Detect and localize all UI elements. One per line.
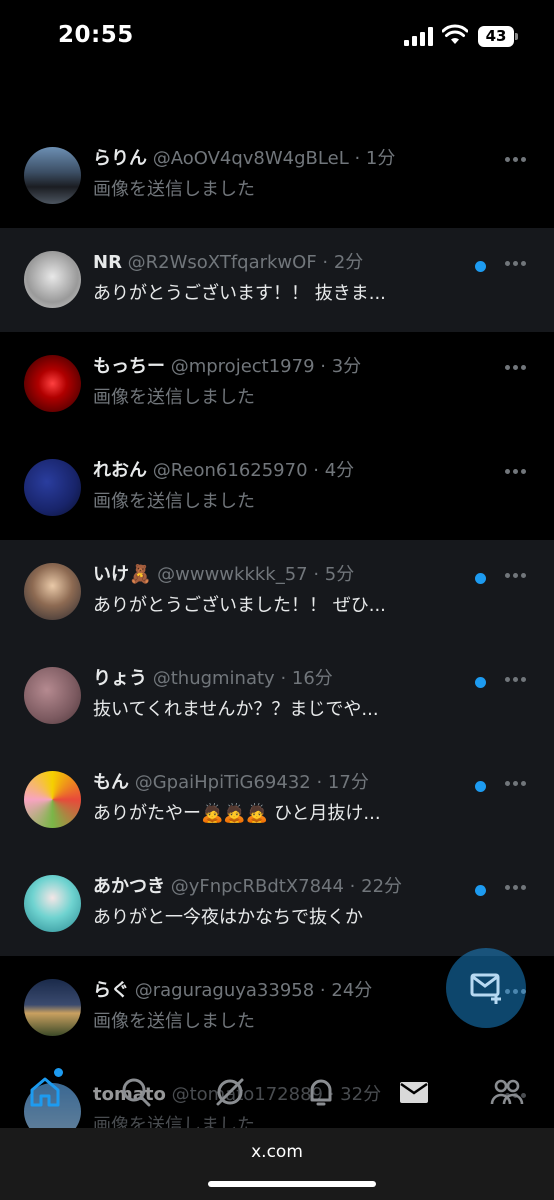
avatar[interactable] — [24, 667, 81, 724]
avatar[interactable] — [24, 875, 81, 932]
avatar[interactable] — [24, 563, 81, 620]
message-preview: ありがと一今夜はかなちで抜くか — [93, 907, 363, 928]
conversation-header: あかつき @yFnpcRBdtX7844 · 22分 — [93, 872, 402, 898]
timestamp: · 24分 — [319, 980, 373, 1001]
status-time: 20:55 — [58, 22, 134, 48]
unread-dot — [475, 885, 486, 896]
user-handle: @raguraguya33958 — [129, 980, 320, 1001]
display-name: あかつき — [93, 876, 165, 897]
timestamp: · 16分 — [280, 668, 333, 689]
avatar[interactable] — [24, 979, 81, 1036]
timestamp: · 17分 — [316, 772, 369, 793]
display-name: NR — [93, 252, 122, 273]
display-name: いけ🧸 — [93, 564, 152, 585]
battery-icon: 43 — [478, 26, 518, 47]
search-icon[interactable] — [118, 1074, 154, 1110]
unread-dot — [475, 677, 486, 688]
user-handle: @mproject1979 — [165, 356, 321, 377]
conversation-header: りょう @thugminaty · 16分 — [93, 664, 333, 690]
bottom-navigation — [0, 1056, 554, 1128]
new-message-button[interactable] — [446, 948, 526, 1028]
user-handle: @AoOV4qv8W4gBLeL — [147, 148, 355, 169]
user-handle: @R2WsoXTfqarkwOF — [121, 252, 323, 273]
user-handle: @Reon61625970 — [147, 460, 314, 481]
unread-dot — [475, 261, 486, 272]
message-preview: 抜いてくれませんか？？まじでや... — [93, 699, 379, 720]
conversation-row[interactable]: もっちー @mproject1979 · 3分画像を送信しました — [0, 332, 554, 436]
more-options-icon[interactable] — [505, 780, 527, 788]
timestamp: · 4分 — [313, 460, 355, 481]
message-preview: 画像を送信しました — [93, 179, 255, 200]
conversation-row[interactable]: れおん @Reon61625970 · 4分画像を送信しました — [0, 436, 554, 540]
more-options-icon[interactable] — [505, 156, 527, 164]
more-options-icon[interactable] — [505, 260, 527, 268]
home-icon[interactable] — [27, 1074, 63, 1110]
more-options-icon[interactable] — [505, 884, 527, 892]
conversation-row[interactable]: もん @GpaiHpiTiG69432 · 17分ありがたやー🙇🙇🙇 ひと月抜け… — [0, 748, 554, 852]
home-notification-dot — [54, 1068, 63, 1077]
conversation-row[interactable]: あかつき @yFnpcRBdtX7844 · 22分ありがと一今夜はかなちで抜く… — [0, 852, 554, 956]
status-bar: 20:55 43 — [0, 0, 554, 68]
display-name: らぐ — [93, 980, 129, 1001]
user-handle: @thugminaty — [147, 668, 281, 689]
messages-icon[interactable] — [396, 1074, 432, 1110]
wifi-icon — [442, 24, 468, 44]
conversation-header: れおん @Reon61625970 · 4分 — [93, 456, 354, 482]
display-name: りょう — [93, 668, 147, 689]
unread-dot — [475, 781, 486, 792]
timestamp: · 5分 — [313, 564, 355, 585]
notifications-icon[interactable] — [303, 1074, 339, 1110]
more-options-icon[interactable] — [505, 468, 527, 476]
more-options-icon[interactable] — [505, 364, 527, 372]
conversation-row[interactable]: らりん @AoOV4qv8W4gBLeL · 1分画像を送信しました — [0, 124, 554, 228]
avatar[interactable] — [24, 147, 81, 204]
message-preview: ありがとうございます！！ 抜きま... — [93, 283, 386, 304]
avatar[interactable] — [24, 771, 81, 828]
unread-dot — [475, 573, 486, 584]
conversation-row[interactable]: りょう @thugminaty · 16分抜いてくれませんか？？まじでや... — [0, 644, 554, 748]
message-preview: 画像を送信しました — [93, 1011, 255, 1032]
conversation-header: らぐ @raguraguya33958 · 24分 — [93, 976, 372, 1002]
url-text: x.com — [251, 1142, 303, 1162]
timestamp: · 2分 — [322, 252, 364, 273]
grok-icon[interactable] — [212, 1074, 248, 1110]
display-name: らりん — [93, 148, 147, 169]
conversation-row[interactable]: NR @R2WsoXTfqarkwOF · 2分ありがとうございます！！ 抜きま… — [0, 228, 554, 332]
avatar[interactable] — [24, 251, 81, 308]
new-message-icon — [470, 973, 501, 1004]
display-name: もっちー — [93, 356, 165, 377]
user-handle: @wwwwkkkk_57 — [151, 564, 314, 585]
message-preview: 画像を送信しました — [93, 491, 255, 512]
timestamp: · 22分 — [349, 876, 403, 897]
user-handle: @yFnpcRBdtX7844 — [165, 876, 350, 897]
timestamp: · 3分 — [320, 356, 362, 377]
avatar[interactable] — [24, 355, 81, 412]
home-indicator[interactable] — [208, 1181, 376, 1187]
conversation-header: いけ🧸 @wwwwkkkk_57 · 5分 — [93, 560, 354, 586]
conversation-header: もん @GpaiHpiTiG69432 · 17分 — [93, 768, 369, 794]
display-name: もん — [93, 772, 129, 793]
conversation-header: らりん @AoOV4qv8W4gBLeL · 1分 — [93, 144, 395, 170]
more-options-icon[interactable] — [505, 676, 527, 684]
message-preview: ありがとうございました！！ ぜひ... — [93, 595, 386, 616]
conversation-header: NR @R2WsoXTfqarkwOF · 2分 — [93, 248, 363, 274]
browser-address-bar[interactable]: x.com — [0, 1128, 554, 1200]
message-preview: ありがたやー🙇🙇🙇 ひと月抜け... — [93, 803, 381, 824]
conversation-row[interactable]: いけ🧸 @wwwwkkkk_57 · 5分ありがとうございました！！ ぜひ... — [0, 540, 554, 644]
conversation-header: もっちー @mproject1979 · 3分 — [93, 352, 361, 378]
display-name: れおん — [93, 460, 147, 481]
user-handle: @GpaiHpiTiG69432 — [129, 772, 317, 793]
more-options-icon[interactable] — [505, 572, 527, 580]
timestamp: · 1分 — [354, 148, 396, 169]
cellular-signal-icon — [404, 27, 434, 46]
communities-icon[interactable] — [489, 1074, 525, 1110]
avatar[interactable] — [24, 459, 81, 516]
message-preview: 画像を送信しました — [93, 387, 255, 408]
